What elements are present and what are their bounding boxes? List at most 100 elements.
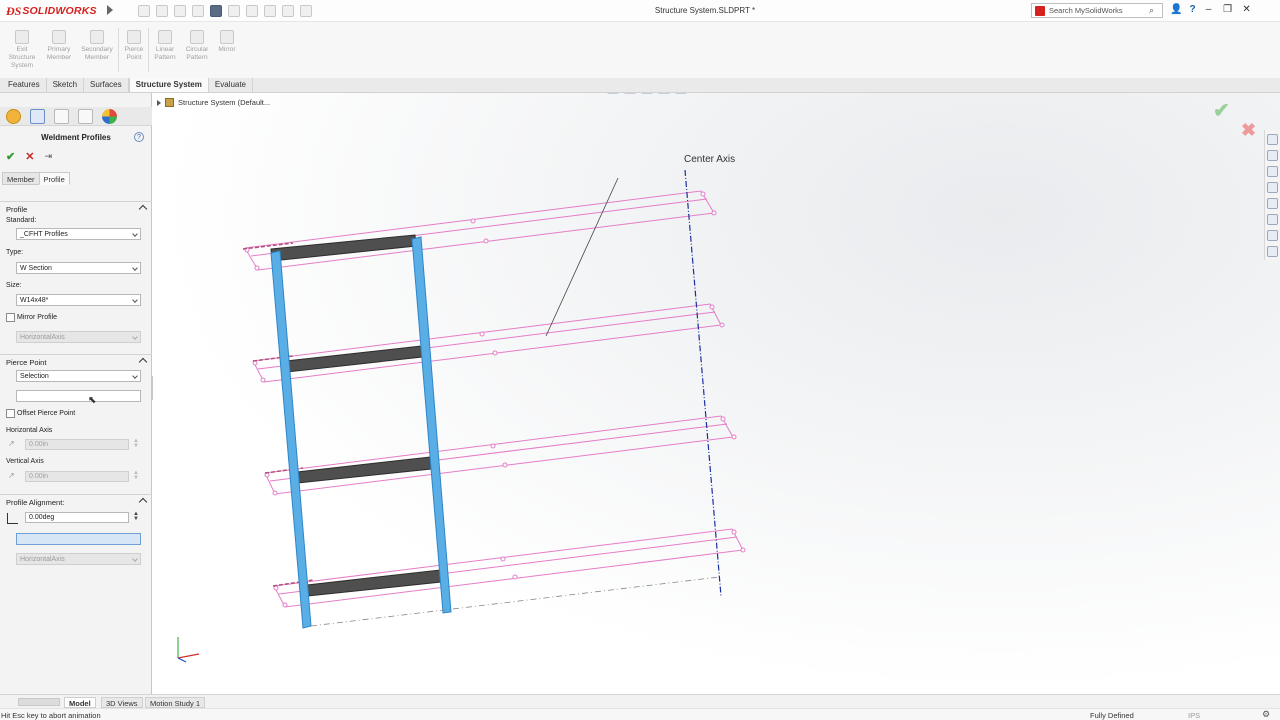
mirror-profile-checkbox[interactable] — [6, 313, 15, 322]
primary-members[interactable] — [270, 236, 452, 629]
options-gear-icon[interactable] — [300, 5, 312, 17]
profile-alignment-group-header[interactable]: Profile Alignment: — [0, 494, 152, 508]
mirror-axis-select: HorizontalAxis — [16, 331, 141, 343]
unit-system[interactable]: IPS — [1188, 711, 1200, 720]
solidworks-window: ƉS SOLIDWORKS Structure System.SLDPRT * … — [0, 0, 1280, 720]
tab-surfaces[interactable]: Surfaces — [84, 78, 129, 92]
sketch-point — [470, 218, 476, 224]
tab-features[interactable]: Features — [2, 78, 47, 92]
offset-pierce-point-label: Offset Pierce Point — [17, 410, 76, 417]
tab-motion-study-1[interactable]: Motion Study 1 — [145, 697, 206, 708]
pierce-point-group-header[interactable]: Pierce Point — [0, 354, 152, 368]
close-button[interactable]: ✕ — [1241, 4, 1253, 15]
tab-sketch[interactable]: Sketch — [47, 78, 85, 92]
confirmation-cancel-icon[interactable]: ✖ — [1241, 120, 1256, 141]
mirror-button[interactable]: Mirror — [209, 26, 245, 54]
sketch-point — [273, 585, 279, 591]
3dexperience-icon[interactable] — [1267, 246, 1278, 257]
open-document-icon[interactable] — [174, 5, 186, 17]
print-icon[interactable] — [210, 5, 222, 17]
tab-evaluate[interactable]: Evaluate — [209, 78, 254, 92]
feature-manager-tab-icon[interactable] — [6, 108, 21, 124]
angle-spin-buttons[interactable]: ▲ ▼ — [132, 511, 140, 522]
status-help-icon[interactable]: ⚙ — [1262, 709, 1270, 720]
standard-select[interactable]: _CFHT Profiles — [16, 228, 141, 240]
sketch-rail — [273, 528, 744, 608]
view-palette-icon[interactable] — [1267, 182, 1278, 193]
status-bar: Hit Esc key to abort animation Fully Def… — [0, 708, 1280, 720]
restore-button[interactable]: ❐ — [1222, 4, 1234, 15]
select-icon[interactable] — [246, 5, 258, 17]
vertical-beam-left[interactable] — [270, 250, 312, 629]
definition-state: Fully Defined — [1090, 711, 1134, 720]
tab-structure-system[interactable]: Structure System — [128, 78, 209, 92]
property-manager-tab-icon[interactable] — [30, 108, 45, 124]
confirmation-ok-icon[interactable]: ✔ — [1213, 98, 1230, 123]
horizontal-beam[interactable] — [270, 234, 417, 262]
sketch-point — [700, 191, 706, 197]
menu-expand-icon[interactable] — [107, 5, 113, 15]
search-icon[interactable]: ⌕ — [1149, 5, 1154, 16]
tab-3d-views[interactable]: 3D Views — [101, 697, 143, 708]
forum-icon[interactable] — [1267, 230, 1278, 241]
pierce-selection-select[interactable]: Selection — [16, 370, 141, 382]
solidworks-logo[interactable]: ƉS SOLIDWORKS — [6, 3, 97, 19]
vertical-beam-right[interactable] — [411, 236, 452, 614]
standard-label: Standard: — [6, 217, 37, 224]
pushpin-icon[interactable]: ⇥ — [44, 151, 52, 162]
button-label: Structure — [8, 54, 36, 61]
display-manager-tab-icon[interactable] — [102, 108, 117, 124]
offset-pierce-point-checkbox[interactable] — [6, 409, 15, 418]
search-mysolidworks-input[interactable]: Search MySolidWorks ⌕ — [1031, 3, 1163, 18]
pierce-point-selection-box[interactable] — [16, 390, 141, 402]
horizontal-beam[interactable] — [285, 345, 423, 373]
size-select[interactable]: W14x48* — [16, 294, 141, 306]
sketch-point — [731, 529, 737, 535]
ds-logo-icon: ƉS — [6, 3, 22, 18]
cancel-x-icon[interactable]: ✕ — [25, 150, 34, 163]
chevron-down-icon — [132, 556, 138, 562]
graphics-area[interactable]: Structure System (Default... Center Axis… — [153, 93, 1280, 694]
sketch-point — [740, 547, 746, 553]
vertical-spin-buttons: ▲ ▼ — [133, 470, 139, 481]
solidworks-resources-icon[interactable] — [1267, 134, 1278, 145]
tab-scroll-arrows[interactable] — [18, 698, 60, 706]
exit-structure-system-button[interactable]: Exit Structure System — [4, 26, 40, 70]
subtab-profile[interactable]: Profile — [38, 172, 70, 185]
help-icon[interactable]: ? — [1189, 4, 1195, 15]
home-icon[interactable] — [138, 5, 150, 17]
primary-member-icon — [52, 30, 66, 44]
alignment-selection-box[interactable] — [16, 533, 141, 545]
ok-check-icon[interactable]: ✔ — [6, 150, 15, 163]
profile-group-header[interactable]: Profile — [0, 201, 152, 215]
primary-member-button[interactable]: Primary Member — [41, 26, 77, 62]
chevron-up-icon — [138, 497, 148, 507]
center-axis-line[interactable] — [684, 169, 722, 597]
save-icon[interactable] — [192, 5, 204, 17]
chevron-down-icon — [132, 373, 138, 379]
type-select[interactable]: W Section — [16, 262, 141, 274]
dimxpert-tab-icon[interactable] — [78, 108, 93, 124]
rebuild-icon[interactable] — [264, 5, 276, 17]
linear-pattern-button[interactable]: Linear Pattern — [147, 26, 183, 62]
sketch-point — [282, 602, 288, 608]
model-scene[interactable] — [153, 93, 1280, 694]
new-document-icon[interactable] — [156, 5, 168, 17]
help-icon[interactable]: ? — [134, 132, 144, 142]
mirror-profile-label: Mirror Profile — [17, 314, 58, 321]
file-properties-icon[interactable] — [282, 5, 294, 17]
tab-model[interactable]: Model — [64, 697, 96, 708]
custom-properties-icon[interactable] — [1267, 214, 1278, 225]
user-icon[interactable]: 👤 — [1170, 4, 1182, 15]
alignment-angle-input[interactable]: 0.00deg — [25, 512, 129, 523]
select-value: W14x48* — [20, 297, 49, 304]
design-library-icon[interactable] — [1267, 150, 1278, 161]
minimize-button[interactable]: – — [1203, 4, 1215, 15]
subtab-member[interactable]: Member — [2, 172, 40, 185]
configuration-manager-tab-icon[interactable] — [54, 108, 69, 124]
task-pane — [1264, 130, 1280, 260]
undo-icon[interactable] — [228, 5, 240, 17]
file-explorer-icon[interactable] — [1267, 166, 1278, 177]
appearances-icon[interactable] — [1267, 198, 1278, 209]
secondary-member-button[interactable]: Secondary Member — [79, 26, 115, 62]
